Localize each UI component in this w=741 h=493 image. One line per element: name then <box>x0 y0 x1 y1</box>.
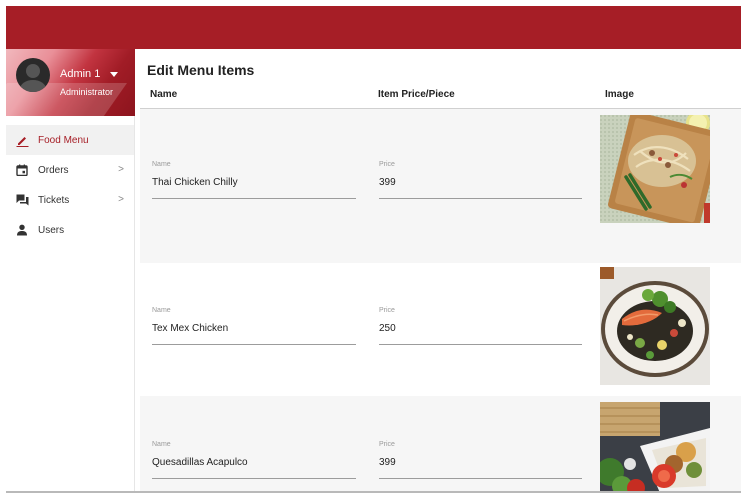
page-title: Edit Menu Items <box>147 62 255 78</box>
avatar <box>16 58 50 92</box>
column-header-price: Item Price/Piece <box>378 89 455 100</box>
edit-pencil-icon <box>15 133 29 147</box>
sidebar-item-label: Tickets <box>38 194 70 206</box>
item-name-value[interactable]: Tex Mex Chicken <box>152 323 356 334</box>
item-price-field[interactable]: Price 250 <box>379 307 582 345</box>
pad-thai-noodles-photo[interactable] <box>600 115 710 223</box>
profile-name: Admin 1 <box>60 68 101 80</box>
sidebar: Admin 1 Administrator Food Menu Orders >… <box>6 49 135 493</box>
main-content: Edit Menu Items Name Item Price/Piece Im… <box>136 49 741 493</box>
profile-role: Administrator <box>60 87 114 97</box>
item-name-field[interactable]: Name Tex Mex Chicken <box>152 307 356 345</box>
field-label: Price <box>379 307 395 314</box>
chevron-right-icon[interactable]: > <box>118 194 124 205</box>
table-row: Name Quesadillas Acapulco Price 399 <box>140 396 741 493</box>
calendar-icon <box>15 163 29 177</box>
item-price-value[interactable]: 399 <box>379 457 582 468</box>
column-header-image: Image <box>605 89 634 100</box>
sidebar-item-orders[interactable]: Orders > <box>6 155 134 185</box>
item-price-value[interactable]: 399 <box>379 177 582 188</box>
chat-bubbles-icon <box>15 193 29 207</box>
quesadilla-platter-photo[interactable] <box>600 402 710 493</box>
item-name-value[interactable]: Thai Chicken Chilly <box>152 177 356 188</box>
sidebar-item-label: Orders <box>38 164 69 176</box>
field-label: Name <box>152 307 171 314</box>
sidebar-item-food-menu[interactable]: Food Menu <box>6 125 134 155</box>
person-icon <box>15 223 29 237</box>
top-app-bar <box>6 6 741 49</box>
field-label: Name <box>152 441 171 448</box>
item-name-value[interactable]: Quesadillas Acapulco <box>152 457 356 468</box>
item-price-field[interactable]: Price 399 <box>379 161 582 199</box>
sidebar-item-users[interactable]: Users <box>6 215 134 245</box>
sidebar-nav: Food Menu Orders > Tickets > Users <box>6 125 134 245</box>
field-label: Price <box>379 441 395 448</box>
field-label: Price <box>379 161 395 168</box>
item-name-field[interactable]: Name Quesadillas Acapulco <box>152 441 356 479</box>
table-row: Name Thai Chicken Chilly Price 399 <box>140 109 741 263</box>
table-row: Name Tex Mex Chicken Price 250 <box>140 263 741 396</box>
sidebar-item-label: Users <box>38 224 65 236</box>
sidebar-item-label: Food Menu <box>38 134 89 146</box>
item-price-value[interactable]: 250 <box>379 323 582 334</box>
profile-card[interactable]: Admin 1 Administrator <box>6 49 135 116</box>
item-name-field[interactable]: Name Thai Chicken Chilly <box>152 161 356 199</box>
column-header-name: Name <box>150 89 178 100</box>
sidebar-item-tickets[interactable]: Tickets > <box>6 185 134 215</box>
salmon-salad-plate-photo[interactable] <box>600 267 710 385</box>
chevron-right-icon[interactable]: > <box>118 164 124 175</box>
item-price-field[interactable]: Price 399 <box>379 441 582 479</box>
field-label: Name <box>152 161 171 168</box>
caret-down-icon[interactable] <box>110 72 118 77</box>
